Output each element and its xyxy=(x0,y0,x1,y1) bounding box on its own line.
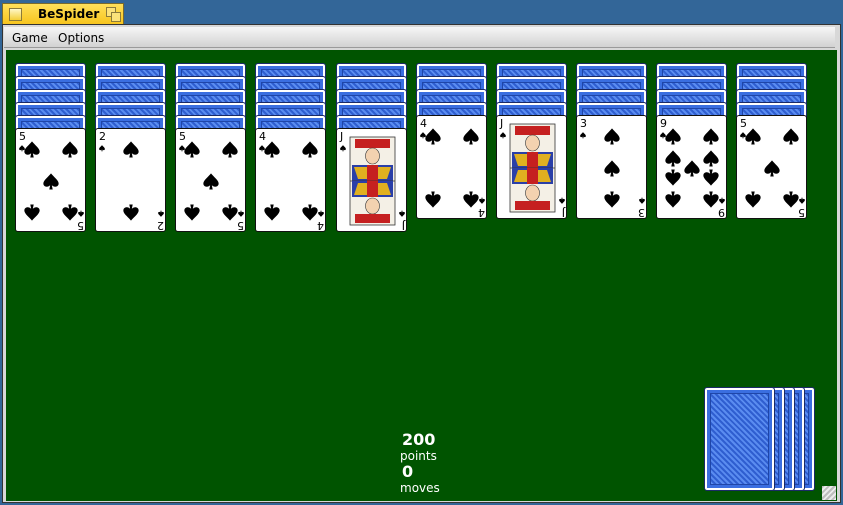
resize-grip-icon[interactable] xyxy=(822,486,836,500)
card-rank: 5 xyxy=(19,130,26,143)
card-rank-rotated: 5 xyxy=(77,219,84,232)
stock-card-back[interactable] xyxy=(704,387,775,491)
menu-bar: Game Options xyxy=(4,27,835,48)
card-rank-rotated: 5 xyxy=(237,219,244,232)
card-rank-rotated: 4 xyxy=(478,206,485,219)
card-rank: 4 xyxy=(420,117,427,130)
card-rank-rotated: J xyxy=(562,206,566,219)
card-rank-rotated: 3 xyxy=(638,206,645,219)
card-rank-rotated: 2 xyxy=(157,219,164,232)
menu-options[interactable]: Options xyxy=(58,31,104,45)
card-rank: 2 xyxy=(99,130,106,143)
card-rank-rotated: 5 xyxy=(798,206,805,219)
card-rank: 3 xyxy=(580,117,587,130)
playing-card[interactable]: 44 xyxy=(255,128,326,232)
playing-card[interactable]: JJ xyxy=(336,128,407,232)
window-title: BeSpider xyxy=(38,7,100,21)
points-label: points xyxy=(400,449,437,463)
card-rank: 5 xyxy=(179,130,186,143)
playing-card[interactable]: 55 xyxy=(175,128,246,232)
playing-card[interactable]: JJ xyxy=(496,115,567,219)
game-table: 55225544JJ44JJ339955 200 points 0 moves xyxy=(6,50,837,501)
menu-game[interactable]: Game xyxy=(12,31,48,45)
playing-card[interactable]: 33 xyxy=(576,115,647,219)
card-rank-rotated: 9 xyxy=(718,206,725,219)
card-rank: 5 xyxy=(740,117,747,130)
playing-card[interactable]: 55 xyxy=(736,115,807,219)
window-title-tab[interactable]: BeSpider xyxy=(2,3,124,24)
playing-card[interactable]: 22 xyxy=(95,128,166,232)
zoom-icon[interactable] xyxy=(106,7,121,22)
card-rank-rotated: 4 xyxy=(317,219,324,232)
moves-value: 0 xyxy=(402,462,414,481)
points-value: 200 xyxy=(402,430,436,449)
close-icon[interactable] xyxy=(9,8,22,21)
card-rank: 9 xyxy=(660,117,667,130)
card-rank: J xyxy=(339,130,343,143)
moves-label: moves xyxy=(400,481,440,495)
card-rank: 4 xyxy=(259,130,266,143)
playing-card[interactable]: 55 xyxy=(15,128,86,232)
playing-card[interactable]: 44 xyxy=(416,115,487,219)
playing-card[interactable]: 99 xyxy=(656,115,727,219)
card-rank: J xyxy=(499,117,503,130)
card-rank-rotated: J xyxy=(402,219,406,232)
